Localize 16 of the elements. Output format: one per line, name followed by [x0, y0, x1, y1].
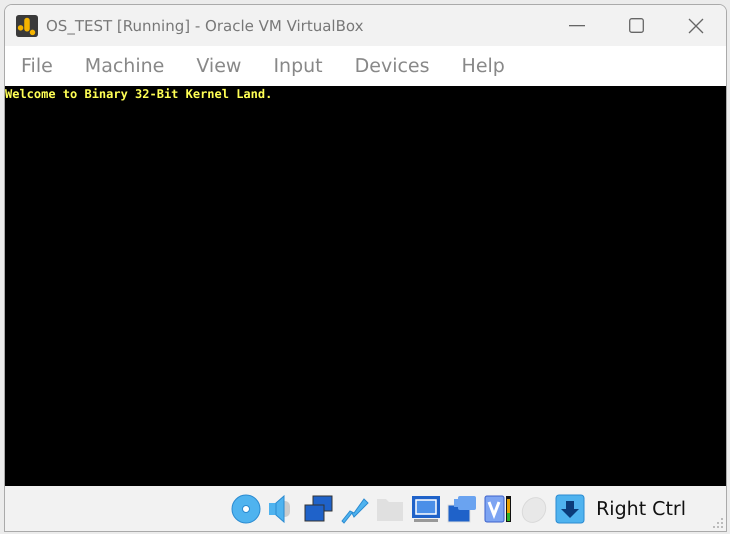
close-icon[interactable]: [688, 18, 704, 34]
monitors-icon[interactable]: [302, 492, 334, 524]
console-text: Welcome to Binary 32-Bit Kernel Land.: [5, 86, 274, 101]
menu-item[interactable]: Help: [462, 55, 505, 77]
maximize-icon[interactable]: [629, 18, 644, 33]
menu-item[interactable]: Machine: [84, 55, 164, 77]
host-key-label: Right Ctrl: [596, 498, 686, 520]
menu-item[interactable]: View: [196, 55, 242, 77]
minimize-icon[interactable]: [569, 24, 585, 26]
menu-item[interactable]: Input: [273, 55, 323, 77]
window-title: OS_TEST [Running] - Oracle VM VirtualBox: [46, 16, 364, 34]
disc-icon[interactable]: [230, 492, 262, 524]
app-logo-icon: [16, 14, 38, 36]
menu-item[interactable]: Devices: [354, 55, 430, 77]
resize-grip-icon[interactable]: [713, 518, 723, 528]
menu-item[interactable]: File: [21, 55, 53, 77]
